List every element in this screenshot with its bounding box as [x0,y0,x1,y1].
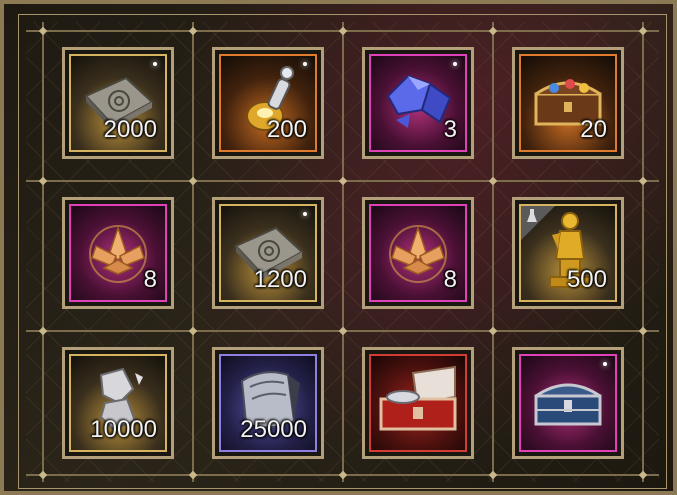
sparkle-icon [603,362,607,366]
flask-icon [527,209,537,222]
item-quantity: 20 [580,116,607,143]
item-quantity: 500 [566,266,607,293]
item-slot[interactable]: 2000 [62,47,174,159]
item-frame: 200 [219,54,317,152]
item-frame [519,354,617,452]
grid-line [642,22,644,482]
red-chest-icon [379,365,457,431]
blue-chest-icon [534,383,602,426]
item-slot[interactable]: 8 [62,197,174,309]
item-frame: 500 [519,204,617,302]
item-slot[interactable]: 1200 [212,197,324,309]
item-slot[interactable]: 200 [212,47,324,159]
item-quantity: 8 [143,266,157,293]
item-quantity: 8 [443,266,457,293]
item-quantity: 3 [443,116,457,143]
item-frame [369,354,467,452]
item-quantity: 2000 [103,116,157,143]
item-slot[interactable]: 8 [362,197,474,309]
sparkle-icon [153,62,157,66]
item-quantity: 25000 [240,416,307,443]
item-slot[interactable]: 20 [512,47,624,159]
reward-panel: 2000 200 3 20 8 1200 8 500 10000 25000 [0,0,677,495]
item-frame: 8 [69,204,167,302]
item-frame: 1200 [219,204,317,302]
item-frame: 3 [369,54,467,152]
item-quantity: 200 [266,116,307,143]
item-slot[interactable] [362,347,474,459]
item-quantity: 10000 [90,416,157,443]
sparkle-icon [453,62,457,66]
sparkle-icon [303,62,307,66]
item-quantity: 1200 [253,266,307,293]
item-slot[interactable]: 25000 [212,347,324,459]
item-frame: 20 [519,54,617,152]
item-frame: 2000 [69,54,167,152]
item-grid: 2000 200 3 20 8 1200 8 500 10000 25000 [42,34,642,474]
item-slot[interactable]: 10000 [62,347,174,459]
item-slot[interactable]: 500 [512,197,624,309]
item-slot[interactable]: 3 [362,47,474,159]
sparkle-icon [303,212,307,216]
item-slot[interactable] [512,347,624,459]
item-frame: 10000 [69,354,167,452]
item-frame: 8 [369,204,467,302]
item-frame: 25000 [219,354,317,452]
